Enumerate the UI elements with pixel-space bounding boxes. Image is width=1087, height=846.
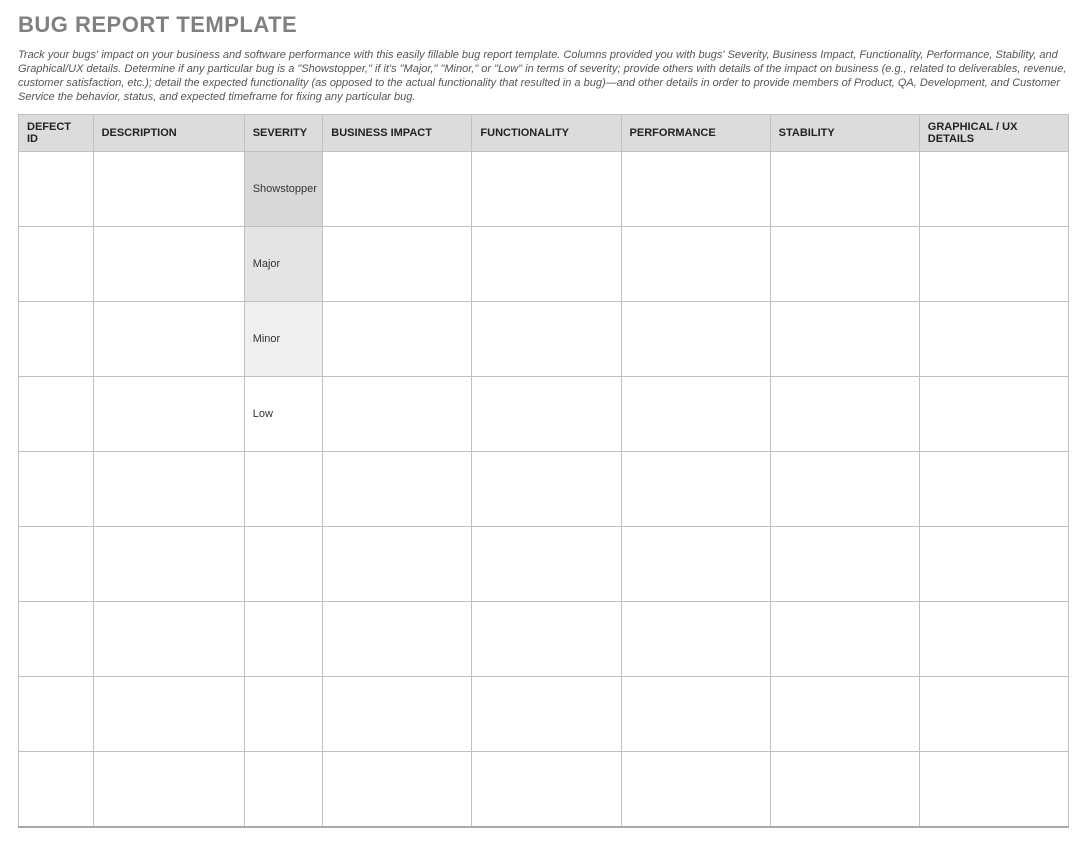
cell-severity[interactable] — [244, 452, 323, 527]
col-performance: PERFORMANCE — [621, 115, 770, 152]
table-header-row: DEFECT ID DESCRIPTION SEVERITY BUSINESS … — [19, 115, 1069, 152]
table-row — [19, 527, 1069, 602]
cell-description[interactable] — [93, 302, 244, 377]
cell-severity[interactable] — [244, 527, 323, 602]
cell-graphical-ux[interactable] — [919, 677, 1068, 752]
cell-stability[interactable] — [770, 377, 919, 452]
cell-severity[interactable] — [244, 752, 323, 827]
col-business-impact: BUSINESS IMPACT — [323, 115, 472, 152]
cell-stability[interactable] — [770, 302, 919, 377]
cell-defect-id[interactable] — [19, 152, 94, 227]
cell-defect-id[interactable] — [19, 527, 94, 602]
cell-defect-id[interactable] — [19, 302, 94, 377]
cell-business-impact[interactable] — [323, 377, 472, 452]
cell-stability[interactable] — [770, 677, 919, 752]
cell-functionality[interactable] — [472, 302, 621, 377]
cell-performance[interactable] — [621, 377, 770, 452]
cell-stability[interactable] — [770, 752, 919, 827]
cell-severity[interactable]: Showstopper — [244, 152, 323, 227]
cell-performance[interactable] — [621, 752, 770, 827]
cell-business-impact[interactable] — [323, 752, 472, 827]
cell-description[interactable] — [93, 227, 244, 302]
cell-functionality[interactable] — [472, 452, 621, 527]
table-row — [19, 752, 1069, 827]
cell-graphical-ux[interactable] — [919, 527, 1068, 602]
cell-performance[interactable] — [621, 677, 770, 752]
table-row — [19, 677, 1069, 752]
cell-description[interactable] — [93, 377, 244, 452]
cell-description[interactable] — [93, 452, 244, 527]
cell-performance[interactable] — [621, 452, 770, 527]
cell-functionality[interactable] — [472, 527, 621, 602]
cell-stability[interactable] — [770, 602, 919, 677]
cell-business-impact[interactable] — [323, 527, 472, 602]
table-row: Low — [19, 377, 1069, 452]
cell-defect-id[interactable] — [19, 677, 94, 752]
cell-description[interactable] — [93, 527, 244, 602]
cell-functionality[interactable] — [472, 677, 621, 752]
cell-business-impact[interactable] — [323, 602, 472, 677]
cell-functionality[interactable] — [472, 152, 621, 227]
cell-graphical-ux[interactable] — [919, 752, 1068, 827]
intro-text: Track your bugs' impact on your business… — [18, 48, 1069, 104]
col-graphical-ux: GRAPHICAL / UX DETAILS — [919, 115, 1068, 152]
col-description: DESCRIPTION — [93, 115, 244, 152]
table-row: Major — [19, 227, 1069, 302]
cell-performance[interactable] — [621, 602, 770, 677]
table-row — [19, 602, 1069, 677]
cell-description[interactable] — [93, 752, 244, 827]
cell-defect-id[interactable] — [19, 752, 94, 827]
cell-graphical-ux[interactable] — [919, 302, 1068, 377]
cell-defect-id[interactable] — [19, 452, 94, 527]
cell-severity[interactable]: Minor — [244, 302, 323, 377]
cell-description[interactable] — [93, 677, 244, 752]
cell-severity[interactable] — [244, 677, 323, 752]
cell-graphical-ux[interactable] — [919, 452, 1068, 527]
cell-description[interactable] — [93, 602, 244, 677]
cell-stability[interactable] — [770, 527, 919, 602]
cell-performance[interactable] — [621, 227, 770, 302]
cell-graphical-ux[interactable] — [919, 227, 1068, 302]
cell-functionality[interactable] — [472, 227, 621, 302]
cell-business-impact[interactable] — [323, 227, 472, 302]
cell-severity[interactable]: Low — [244, 377, 323, 452]
cell-business-impact[interactable] — [323, 677, 472, 752]
cell-graphical-ux[interactable] — [919, 152, 1068, 227]
cell-stability[interactable] — [770, 227, 919, 302]
cell-functionality[interactable] — [472, 752, 621, 827]
page-title: BUG REPORT TEMPLATE — [18, 12, 1069, 38]
table-body: ShowstopperMajorMinorLow — [19, 152, 1069, 827]
cell-business-impact[interactable] — [323, 152, 472, 227]
cell-graphical-ux[interactable] — [919, 602, 1068, 677]
cell-functionality[interactable] — [472, 377, 621, 452]
cell-performance[interactable] — [621, 152, 770, 227]
cell-severity[interactable]: Major — [244, 227, 323, 302]
cell-graphical-ux[interactable] — [919, 377, 1068, 452]
cell-functionality[interactable] — [472, 602, 621, 677]
table-row — [19, 452, 1069, 527]
cell-business-impact[interactable] — [323, 452, 472, 527]
col-severity: SEVERITY — [244, 115, 323, 152]
cell-stability[interactable] — [770, 152, 919, 227]
col-stability: STABILITY — [770, 115, 919, 152]
bug-report-table: DEFECT ID DESCRIPTION SEVERITY BUSINESS … — [18, 114, 1069, 828]
table-row: Minor — [19, 302, 1069, 377]
cell-performance[interactable] — [621, 302, 770, 377]
cell-business-impact[interactable] — [323, 302, 472, 377]
cell-severity[interactable] — [244, 602, 323, 677]
cell-defect-id[interactable] — [19, 377, 94, 452]
cell-stability[interactable] — [770, 452, 919, 527]
cell-performance[interactable] — [621, 527, 770, 602]
cell-defect-id[interactable] — [19, 602, 94, 677]
cell-defect-id[interactable] — [19, 227, 94, 302]
table-row: Showstopper — [19, 152, 1069, 227]
cell-description[interactable] — [93, 152, 244, 227]
col-defect-id: DEFECT ID — [19, 115, 94, 152]
col-functionality: FUNCTIONALITY — [472, 115, 621, 152]
